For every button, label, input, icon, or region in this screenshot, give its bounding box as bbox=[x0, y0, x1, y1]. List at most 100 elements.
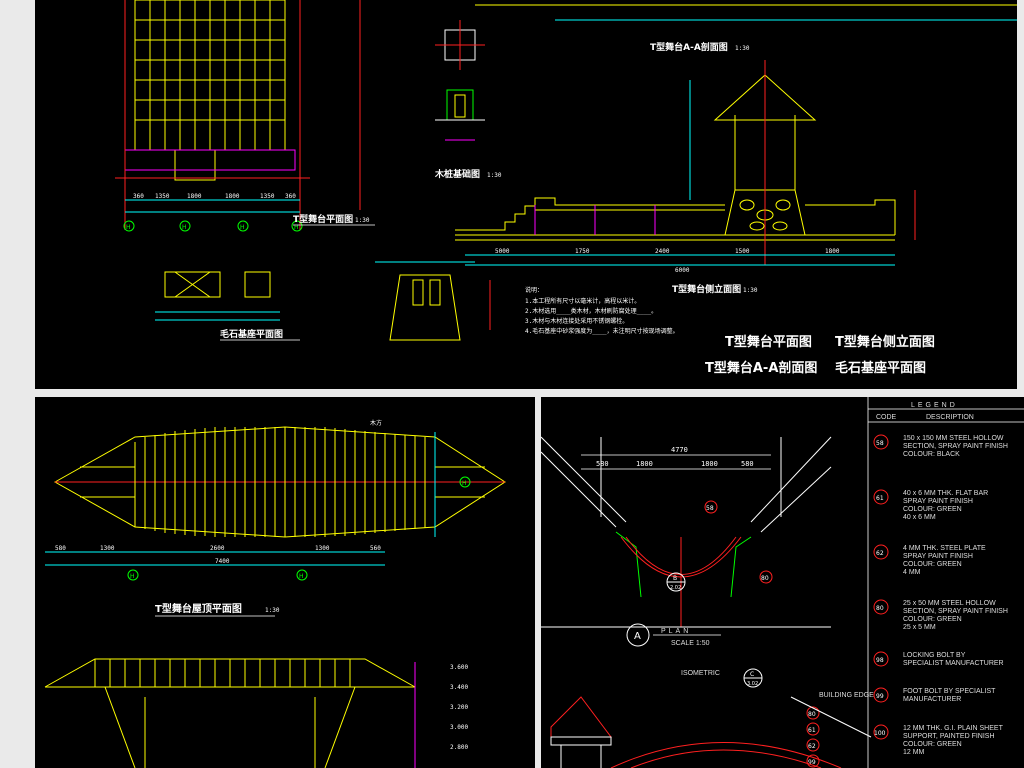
side-elevation bbox=[455, 60, 916, 265]
plan-title: T型舞台平面图 bbox=[293, 213, 353, 225]
legend-code: 62 bbox=[876, 550, 884, 557]
roof-scale: 1:30 bbox=[265, 607, 280, 614]
legend-header-code: CODE bbox=[876, 414, 897, 421]
legend-code: 80 bbox=[876, 605, 884, 612]
note-3: 3.木材与木材连接处采用不锈钢螺栓。 bbox=[525, 317, 628, 325]
side-dim-4: 1800 bbox=[825, 248, 840, 255]
legend-description-line: SECTION, SPRAY PAINT FINISH bbox=[903, 443, 1008, 450]
pile-title: 木桩基础图 bbox=[434, 168, 480, 180]
note-2: 2.木材选用____类木材，木材刷防腐处理____。 bbox=[525, 307, 657, 315]
plan-view bbox=[124, 0, 296, 181]
side-dim-2: 2400 bbox=[655, 248, 670, 255]
legend-description-line: SUPPORT, PAINTED FINISH bbox=[903, 733, 995, 740]
plan-dim-5: 360 bbox=[285, 193, 296, 200]
isometric-label: ISOMETRIC C 3.02 BUILDING EDGE bbox=[681, 668, 874, 699]
roof-callout: 木方 bbox=[370, 419, 382, 427]
plan-label: PLAN bbox=[661, 628, 691, 635]
legend-description-line: 12 MM bbox=[903, 749, 925, 756]
section-scale: 1:30 bbox=[735, 45, 750, 52]
plan-scale: 1:30 bbox=[355, 217, 370, 224]
elev-mark-4: 2.800 bbox=[450, 744, 468, 751]
plan-dim-total: 4770 bbox=[671, 446, 688, 454]
legend-description-line: COLOUR: GREEN bbox=[903, 741, 962, 748]
marker-80b: 80 bbox=[808, 711, 816, 718]
drawing-sheet-roof: 580 1300 2600 1300 560 7400 H H H 木方 T型舞… bbox=[35, 397, 535, 768]
plan-dim-4: 1350 bbox=[260, 193, 275, 200]
section-ref2-bottom: 3.02 bbox=[747, 681, 758, 687]
marker-80: 80 bbox=[761, 575, 769, 582]
roof-dims: 580 1300 2600 1300 560 7400 bbox=[55, 545, 381, 565]
axis-bubble-2: H bbox=[182, 224, 187, 231]
cad-drawing-roof: 580 1300 2600 1300 560 7400 H H H 木方 T型舞… bbox=[44, 419, 506, 768]
side-dim-3: 1500 bbox=[735, 248, 750, 255]
section-bubble: B 2.02 bbox=[666, 572, 686, 592]
plan-dims: 360 1350 1800 1800 1350 360 bbox=[133, 193, 296, 200]
legend-description-line: SPRAY PAINT FINISH bbox=[903, 553, 973, 560]
legend-description-line: 25 x 5 MM bbox=[903, 624, 936, 631]
roof-axis-2: H bbox=[299, 573, 304, 580]
roof-title: T型舞台屋顶平面图 bbox=[155, 602, 242, 615]
notes-heading: 说明： bbox=[525, 286, 543, 294]
note-4: 4.毛石基座中砂浆强度为____，未注明尺寸按现场调整。 bbox=[525, 327, 679, 335]
side-elev-scale: 1:30 bbox=[743, 287, 758, 294]
stone-base-plan bbox=[155, 271, 280, 321]
plan-dim-3: 1800 bbox=[225, 193, 240, 200]
building-edge: BUILDING EDGE bbox=[819, 692, 874, 699]
elev-mark-3: 3.000 bbox=[450, 724, 468, 731]
legend-description-line: LOCKING BOLT BY bbox=[903, 652, 966, 659]
plan-dim-b: 1800 bbox=[636, 460, 653, 468]
axis-bubble-3: H bbox=[240, 224, 245, 231]
section-top-strip bbox=[475, 4, 1017, 21]
legend-description-line: SECTION, SPRAY PAINT FINISH bbox=[903, 608, 1008, 615]
side-dim-1: 1750 bbox=[575, 248, 590, 255]
summary-title-stone: 毛石基座平面图 bbox=[835, 360, 926, 376]
plan-dim-d: 580 bbox=[741, 460, 754, 468]
plan-letter: A bbox=[634, 631, 641, 642]
legend-description-line: SPECIALIST MANUFACTURER bbox=[903, 660, 1004, 667]
plan-dim-2: 1800 bbox=[187, 193, 202, 200]
stone-base-title: 毛石基座平面图 bbox=[220, 328, 283, 340]
plan-dim-a: 580 bbox=[596, 460, 609, 468]
elev-mark-2: 3.200 bbox=[450, 704, 468, 711]
side-dim-lines bbox=[465, 254, 895, 266]
section-ref-bottom: 2.02 bbox=[670, 585, 681, 591]
roof-axis-3: H bbox=[462, 480, 467, 487]
legend-code: 98 bbox=[876, 657, 884, 664]
axis-bubble-1: H bbox=[126, 224, 131, 231]
side-dims: 5000 1750 2400 1500 1800 6000 bbox=[495, 248, 840, 274]
isometric-view bbox=[550, 696, 872, 768]
legend-description-line: FOOT BOLT BY SPECIALIST bbox=[903, 688, 996, 695]
legend-description-line: 4 MM THK. STEEL PLATE bbox=[903, 545, 986, 552]
legend-description-line: COLOUR: GREEN bbox=[903, 561, 962, 568]
elev-mark-1: 3.400 bbox=[450, 684, 468, 691]
drawing-sheet-steel: 4770 580 1800 1800 580 58 80 80 61 62 99… bbox=[541, 397, 1024, 768]
legend-code: 61 bbox=[876, 495, 884, 502]
legend-header-desc: DESCRIPTION bbox=[926, 414, 974, 421]
pile-detail bbox=[435, 20, 485, 141]
pile-scale: 1:30 bbox=[487, 172, 502, 179]
plan-dim-c: 1800 bbox=[701, 460, 718, 468]
side-dim-0: 5000 bbox=[495, 248, 510, 255]
section-ref-top: B bbox=[673, 575, 677, 582]
legend-description-line: 150 x 150 MM STEEL HOLLOW bbox=[903, 435, 1004, 442]
legend-description-line: 4 MM bbox=[903, 569, 921, 576]
plan-dimension-lines bbox=[125, 199, 300, 213]
plan-scale: SCALE 1:50 bbox=[671, 640, 710, 647]
roof-axis-1: H bbox=[130, 573, 135, 580]
roof-dim-2: 2600 bbox=[210, 545, 225, 552]
side-elev-title: T型舞台侧立面图 bbox=[672, 283, 741, 295]
cad-drawing-top: 360 1350 1800 1800 1350 360 H H H H T型舞台… bbox=[115, 0, 1017, 376]
legend-description-line: COLOUR: GREEN bbox=[903, 616, 962, 623]
plan-geometry bbox=[541, 436, 832, 628]
legend-title: LEGEND bbox=[911, 402, 958, 409]
roof-plan bbox=[53, 426, 506, 538]
note-1: 1.本工程所有尺寸以毫米计，高程以米计。 bbox=[525, 297, 640, 305]
marker-61: 61 bbox=[808, 727, 816, 734]
elev-marks: 3.600 3.400 3.200 3.000 2.800 bbox=[450, 664, 468, 751]
roof-dim-0: 580 bbox=[55, 545, 66, 552]
legend-rows: 58150 x 150 MM STEEL HOLLOWSECTION, SPRA… bbox=[873, 434, 1008, 756]
legend-code: 99 bbox=[876, 693, 884, 700]
cad-drawing-steel: 4770 580 1800 1800 580 58 80 80 61 62 99… bbox=[541, 397, 1024, 768]
legend-description-line: SPRAY PAINT FINISH bbox=[903, 498, 973, 505]
marker-58: 58 bbox=[706, 505, 714, 512]
